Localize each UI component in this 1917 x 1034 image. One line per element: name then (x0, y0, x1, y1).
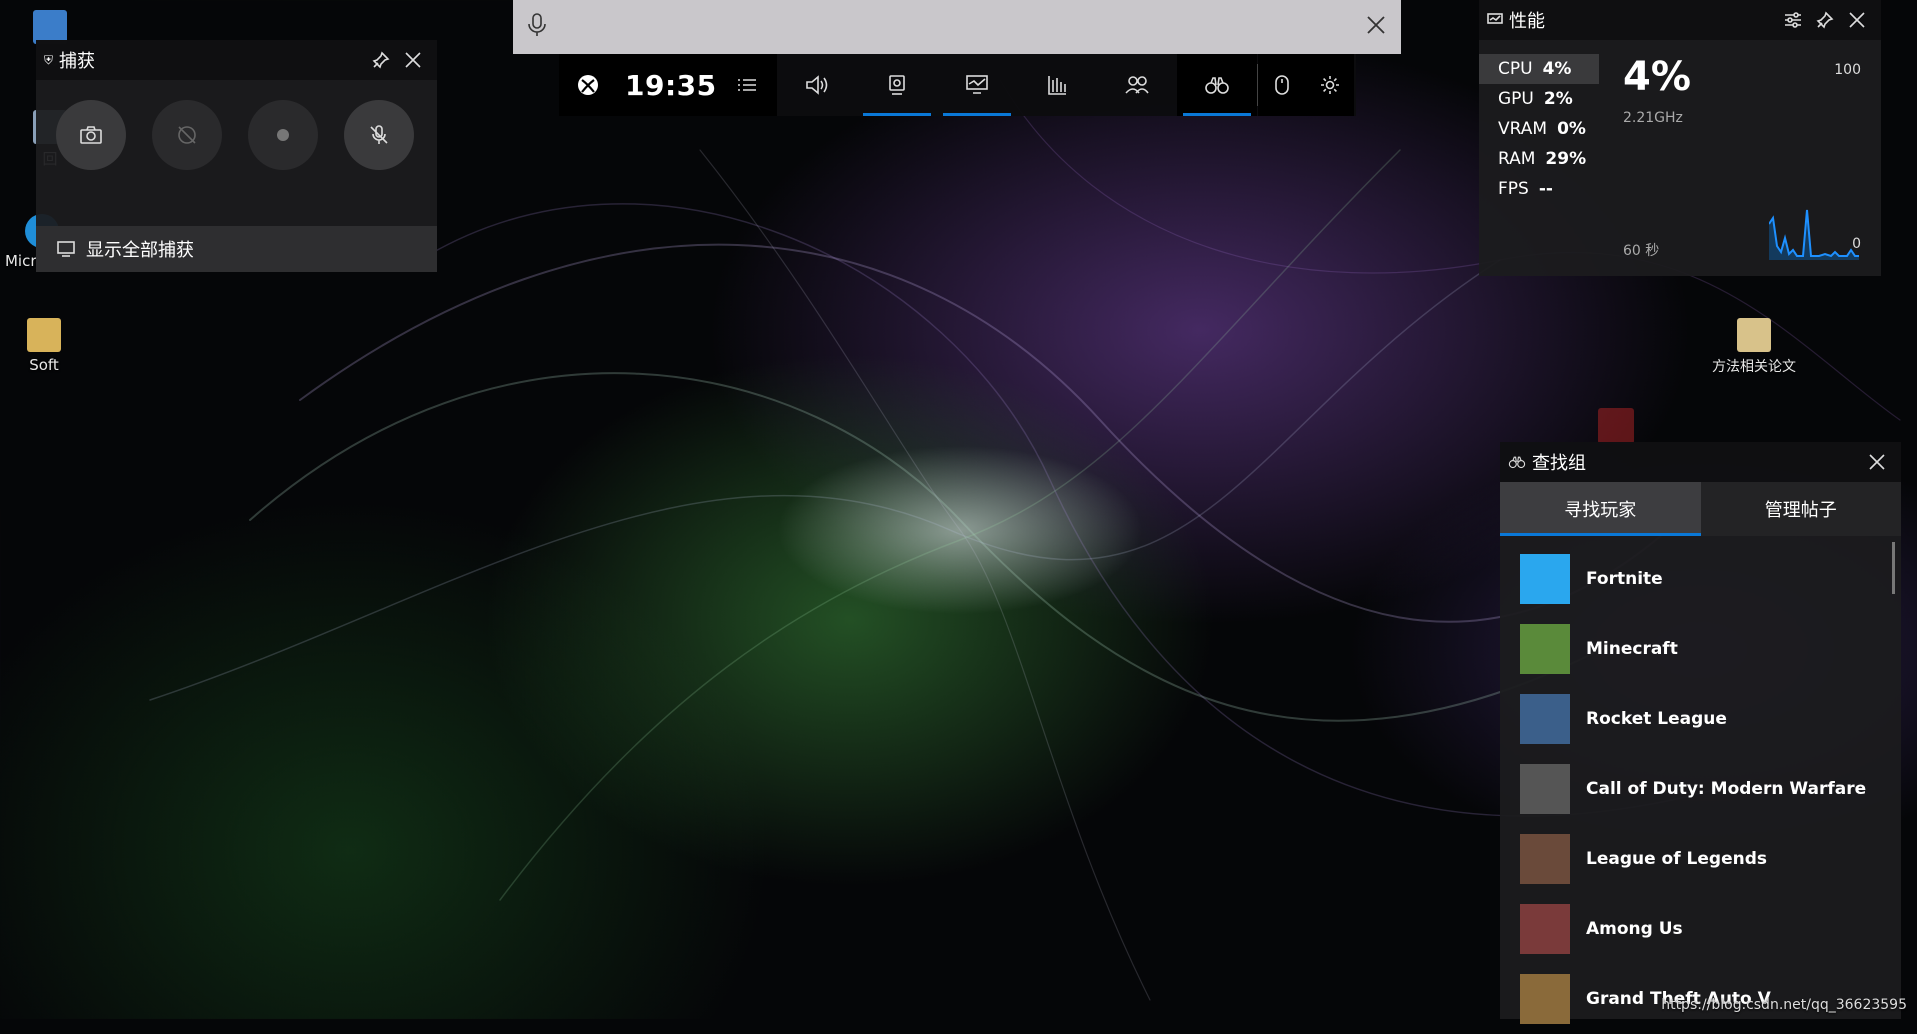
mic-off-icon (370, 125, 388, 144)
game-name: Rocket League (1586, 709, 1727, 729)
mouse-icon (1275, 75, 1289, 95)
watermark: https://blog.csdn.net/qq_36623595 (1661, 997, 1907, 1013)
game-list-item[interactable]: Call of Duty: Modern Warfare (1500, 754, 1901, 824)
tab-find-players[interactable]: 寻找玩家 (1500, 482, 1701, 536)
close-icon (1849, 12, 1865, 28)
microphone-button[interactable] (527, 12, 547, 42)
game-name: Among Us (1586, 919, 1683, 939)
performance-widget-button[interactable] (937, 54, 1017, 116)
lfg-widget-button[interactable] (1177, 54, 1257, 116)
game-list-item[interactable]: Minecraft (1500, 614, 1901, 684)
game-name: League of Legends (1586, 849, 1767, 869)
close-button[interactable] (1841, 4, 1873, 36)
stat-vram[interactable]: VRAM 0% (1479, 114, 1599, 144)
folder-icon (27, 318, 61, 352)
game-name: Fortnite (1586, 569, 1663, 589)
social-widget-button[interactable] (1097, 54, 1177, 116)
gallery-icon (57, 241, 75, 257)
game-thumbnail (1520, 694, 1570, 744)
performance-title: 性能 (1509, 11, 1545, 32)
close-icon (1367, 16, 1385, 34)
time-window: 60 秒 (1623, 243, 1660, 259)
camera-icon (80, 126, 102, 144)
performance-widget: 性能 CPU 4% GPU 2% VRAM 0% RAM 29% FPS -- 4% 2.… (1479, 0, 1881, 276)
clock: 19:35 (625, 68, 717, 102)
game-thumbnail (1520, 554, 1570, 604)
scrollbar[interactable] (1892, 542, 1895, 594)
cpu-usage-value: 4% (1623, 54, 1691, 100)
close-button[interactable] (397, 44, 429, 76)
tab-manage-posts[interactable]: 管理帖子 (1700, 482, 1901, 536)
settings-button[interactable] (1306, 54, 1354, 116)
show-all-captures-link[interactable]: 显示全部捕获 (36, 226, 437, 272)
game-list-item[interactable]: Fortnite (1500, 544, 1901, 614)
close-button[interactable] (1861, 446, 1893, 478)
widget-menu-icon[interactable] (737, 77, 757, 93)
record-last-button[interactable] (152, 100, 222, 170)
screenshot-button[interactable] (56, 100, 126, 170)
folder-icon (1737, 318, 1771, 352)
voice-close-button[interactable] (1365, 14, 1387, 40)
stat-gpu[interactable]: GPU 2% (1479, 84, 1599, 114)
capture-widget: ⛨ 捕获 显示全部捕获 (36, 40, 437, 272)
pin-button[interactable] (365, 44, 397, 76)
xbox-icon[interactable] (577, 74, 599, 96)
options-button[interactable] (1777, 4, 1809, 36)
lfg-header[interactable]: 查找组 (1500, 442, 1901, 482)
bar-chart-icon (1048, 76, 1066, 95)
resources-widget-button[interactable] (1017, 54, 1097, 116)
pin-button[interactable] (1809, 4, 1841, 36)
game-list-item[interactable]: League of Legends (1500, 824, 1901, 894)
capture-widget-button[interactable] (857, 54, 937, 116)
cpu-usage-graph (1769, 209, 1859, 260)
game-list-item[interactable]: Rocket League (1500, 684, 1901, 754)
game-name: Minecraft (1586, 639, 1678, 659)
game-thumbnail (1520, 974, 1570, 1024)
microphone-icon (528, 13, 546, 36)
monitor-graph-icon (1487, 13, 1503, 24)
binoculars-icon (1508, 456, 1526, 469)
game-bar: 19:35 (559, 54, 1356, 116)
game-thumbnail (1520, 624, 1570, 674)
stat-cpu[interactable]: CPU 4% (1479, 54, 1599, 84)
game-thumbnail (1520, 834, 1570, 884)
game-thumbnail (1520, 904, 1570, 954)
game-list-item[interactable]: Among Us (1500, 894, 1901, 964)
speaker-icon (806, 75, 828, 95)
record-last-icon (178, 126, 196, 144)
close-icon (1869, 454, 1885, 470)
desktop-icon-papers[interactable]: 方法相关论文 (1694, 318, 1814, 376)
mic-toggle-button[interactable] (344, 100, 414, 170)
close-icon (405, 52, 421, 68)
people-icon (1125, 76, 1149, 94)
game-name: Call of Duty: Modern Warfare (1586, 779, 1867, 799)
capture-widget-icon: ⛨ (44, 52, 54, 67)
capture-title: 捕获 (59, 51, 96, 72)
desktop-icon-soft[interactable]: Soft (4, 318, 84, 374)
pin-icon (1816, 11, 1834, 29)
sliders-icon (1785, 12, 1801, 28)
record-dot-icon (277, 129, 289, 141)
stat-ram[interactable]: RAM 29% (1479, 144, 1599, 174)
gear-icon (1321, 76, 1339, 94)
scale-max: 100 (1834, 62, 1861, 78)
mouse-button[interactable] (1258, 54, 1306, 116)
performance-header[interactable]: 性能 (1479, 0, 1881, 40)
binoculars-icon (1205, 77, 1229, 94)
looking-for-group-widget: 查找组 寻找玩家 管理帖子 Fortnite Minecraft Rocket Le… (1500, 442, 1901, 1024)
pin-icon (372, 51, 390, 69)
game-thumbnail (1520, 764, 1570, 814)
search-shortcut-icon[interactable] (1598, 408, 1634, 444)
capture-header[interactable]: ⛨ 捕获 (36, 40, 437, 80)
monitor-graph-icon (966, 75, 988, 94)
audio-widget-button[interactable] (777, 54, 857, 116)
start-recording-button[interactable] (248, 100, 318, 170)
lfg-title: 查找组 (1532, 453, 1586, 474)
computer-icon (33, 10, 67, 44)
voice-input-bar (513, 0, 1401, 54)
capture-icon (889, 75, 905, 95)
cpu-clock: 2.21GHz (1623, 110, 1683, 126)
stat-fps[interactable]: FPS -- (1479, 174, 1599, 204)
